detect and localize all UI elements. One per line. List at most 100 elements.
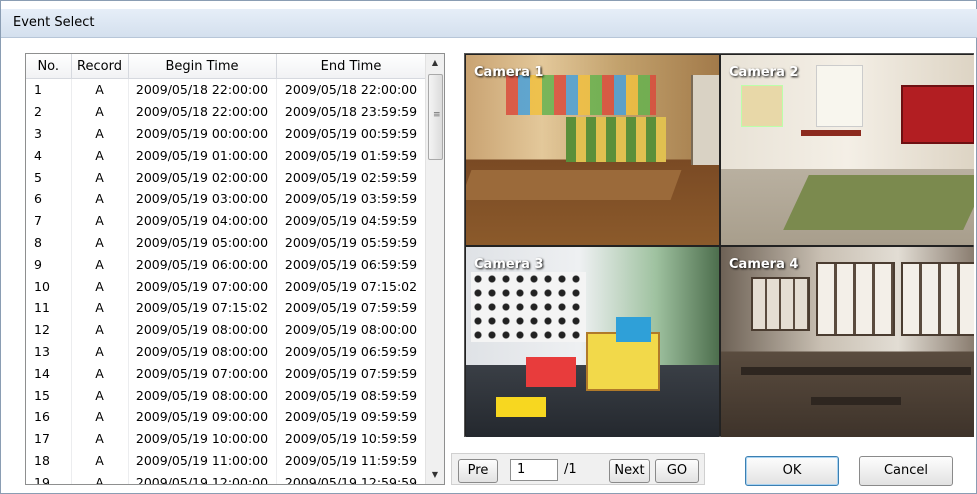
cell-record: A	[71, 384, 129, 406]
column-header-record[interactable]: Record	[71, 54, 129, 79]
cell-no: 7	[26, 209, 72, 232]
cell-record: A	[71, 296, 129, 319]
table-row[interactable]: 6 A 2009/05/19 03:00:00 2009/05/19 03:59:59	[26, 187, 427, 210]
cell-no: 4	[26, 144, 72, 167]
cell-no: 12	[26, 318, 72, 341]
cell-no: 17	[26, 427, 72, 450]
event-select-dialog: Event Select No. Record Begin Time End T…	[0, 0, 977, 494]
cell-end-time: 2009/05/19 05:59:59	[276, 231, 427, 254]
cell-no: 16	[26, 405, 72, 428]
event-list[interactable]: No. Record Begin Time End Time 1 A 2009/05…	[25, 53, 445, 485]
cell-begin-time: 2009/05/19 05:00:00	[128, 231, 277, 254]
pre-button[interactable]: Pre	[458, 459, 498, 483]
list-scrollbar[interactable]: ▲ ≡ ▼	[425, 54, 444, 484]
cell-end-time: 2009/05/18 23:59:59	[276, 100, 427, 123]
cell-no: 11	[26, 296, 72, 319]
camera-3-label: Camera 3	[474, 257, 544, 272]
cell-end-time: 2009/05/19 07:59:59	[276, 296, 427, 319]
column-header-begin-time[interactable]: Begin Time	[128, 54, 277, 79]
table-row[interactable]: 17 A 2009/05/19 10:00:00 2009/05/19 10:59:5…	[26, 427, 427, 450]
table-row[interactable]: 1 A 2009/05/18 22:00:00 2009/05/18 22:00:00	[26, 78, 427, 101]
cell-no: 18	[26, 449, 72, 472]
scroll-up-arrow-icon[interactable]: ▲	[426, 54, 444, 72]
column-header-end-time[interactable]: End Time	[276, 54, 427, 79]
cell-end-time: 2009/05/19 08:00:00	[276, 318, 427, 341]
cell-end-time: 2009/05/19 06:59:59	[276, 340, 427, 363]
camera-2-label: Camera 2	[729, 65, 799, 80]
table-row[interactable]: 8 A 2009/05/19 05:00:00 2009/05/19 05:59:59	[26, 231, 427, 254]
table-row[interactable]: 7 A 2009/05/19 04:00:00 2009/05/19 04:59:59	[26, 209, 427, 232]
cell-no: 13	[26, 340, 72, 363]
camera-4-label: Camera 4	[729, 257, 799, 272]
table-row[interactable]: 13 A 2009/05/19 08:00:00 2009/05/19 06:59:5…	[26, 340, 427, 363]
cell-begin-time: 2009/05/19 10:00:00	[128, 427, 277, 450]
table-row[interactable]: 15 A 2009/05/19 08:00:00 2009/05/19 08:59:5…	[26, 384, 427, 406]
cell-end-time: 2009/05/19 01:59:59	[276, 144, 427, 167]
scroll-down-arrow-icon[interactable]: ▼	[426, 466, 444, 484]
table-row[interactable]: 5 A 2009/05/19 02:00:00 2009/05/19 02:59:59	[26, 166, 427, 188]
cell-record: A	[71, 100, 129, 123]
cell-begin-time: 2009/05/19 07:00:00	[128, 275, 277, 297]
table-row[interactable]: 4 A 2009/05/19 01:00:00 2009/05/19 01:59:59	[26, 144, 427, 167]
cell-begin-time: 2009/05/19 07:15:02	[128, 296, 277, 319]
table-row[interactable]: 10 A 2009/05/19 07:00:00 2009/05/19 07:15:0…	[26, 275, 427, 297]
cell-end-time: 2009/05/19 03:59:59	[276, 187, 427, 210]
cell-no: 8	[26, 231, 72, 254]
table-row[interactable]: 16 A 2009/05/19 09:00:00 2009/05/19 09:59:5…	[26, 405, 427, 428]
cell-no: 9	[26, 253, 72, 276]
cell-no: 2	[26, 100, 72, 123]
cell-end-time: 2009/05/19 09:59:59	[276, 405, 427, 428]
cell-record: A	[71, 253, 129, 276]
column-header-no[interactable]: No.	[26, 54, 72, 79]
cell-record: A	[71, 340, 129, 363]
cancel-button[interactable]: Cancel	[859, 456, 953, 486]
camera-3-view[interactable]: Camera 3	[466, 247, 719, 437]
next-button[interactable]: Next	[609, 459, 650, 483]
cell-begin-time: 2009/05/19 12:00:00	[128, 471, 277, 484]
cell-record: A	[71, 144, 129, 167]
camera-2-view[interactable]: Camera 2	[721, 55, 974, 245]
ok-button[interactable]: OK	[745, 456, 839, 486]
title-bar: Event Select	[1, 9, 977, 38]
table-row[interactable]: 11 A 2009/05/19 07:15:02 2009/05/19 07:59:5…	[26, 296, 427, 319]
event-table: No. Record Begin Time End Time 1 A 2009/05…	[26, 54, 427, 484]
cell-record: A	[71, 362, 129, 385]
camera-4-view[interactable]: Camera 4	[721, 247, 974, 437]
cell-begin-time: 2009/05/19 09:00:00	[128, 405, 277, 428]
cell-begin-time: 2009/05/19 08:00:00	[128, 318, 277, 341]
cell-no: 10	[26, 275, 72, 297]
cell-begin-time: 2009/05/19 03:00:00	[128, 187, 277, 210]
cell-record: A	[71, 449, 129, 472]
cell-begin-time: 2009/05/19 04:00:00	[128, 209, 277, 232]
cell-end-time: 2009/05/19 06:59:59	[276, 253, 427, 276]
table-row[interactable]: 14 A 2009/05/19 07:00:00 2009/05/19 07:59:5…	[26, 362, 427, 385]
camera-1-view[interactable]: Camera 1	[466, 55, 719, 245]
table-row[interactable]: 18 A 2009/05/19 11:00:00 2009/05/19 11:59:5…	[26, 449, 427, 472]
table-row[interactable]: 2 A 2009/05/18 22:00:00 2009/05/18 23:59:59	[26, 100, 427, 123]
cell-end-time: 2009/05/19 10:59:59	[276, 427, 427, 450]
cell-begin-time: 2009/05/18 22:00:00	[128, 78, 277, 101]
camera-1-label: Camera 1	[474, 65, 544, 80]
cell-record: A	[71, 122, 129, 145]
cell-record: A	[71, 405, 129, 428]
table-row[interactable]: 12 A 2009/05/19 08:00:00 2009/05/19 08:00:0…	[26, 318, 427, 341]
table-row[interactable]: 9 A 2009/05/19 06:00:00 2009/05/19 06:59:59	[26, 253, 427, 276]
table-row[interactable]: 19 A 2009/05/19 12:00:00 2009/05/19 12:59:5…	[26, 471, 427, 484]
cell-begin-time: 2009/05/19 08:00:00	[128, 384, 277, 406]
cell-record: A	[71, 209, 129, 232]
cell-begin-time: 2009/05/19 02:00:00	[128, 166, 277, 188]
cell-record: A	[71, 166, 129, 188]
cell-end-time: 2009/05/18 22:00:00	[276, 78, 427, 101]
cell-no: 19	[26, 471, 72, 484]
cell-begin-time: 2009/05/18 22:00:00	[128, 100, 277, 123]
cell-begin-time: 2009/05/19 01:00:00	[128, 144, 277, 167]
cell-begin-time: 2009/05/19 06:00:00	[128, 253, 277, 276]
page-total-label: /1	[564, 462, 577, 477]
cell-record: A	[71, 187, 129, 210]
cell-no: 15	[26, 384, 72, 406]
scroll-thumb[interactable]: ≡	[428, 74, 443, 160]
page-number-input[interactable]: 1	[510, 459, 558, 481]
table-header-row: No. Record Begin Time End Time	[26, 54, 427, 79]
table-row[interactable]: 3 A 2009/05/19 00:00:00 2009/05/19 00:59:59	[26, 122, 427, 145]
go-button[interactable]: GO	[655, 459, 699, 483]
